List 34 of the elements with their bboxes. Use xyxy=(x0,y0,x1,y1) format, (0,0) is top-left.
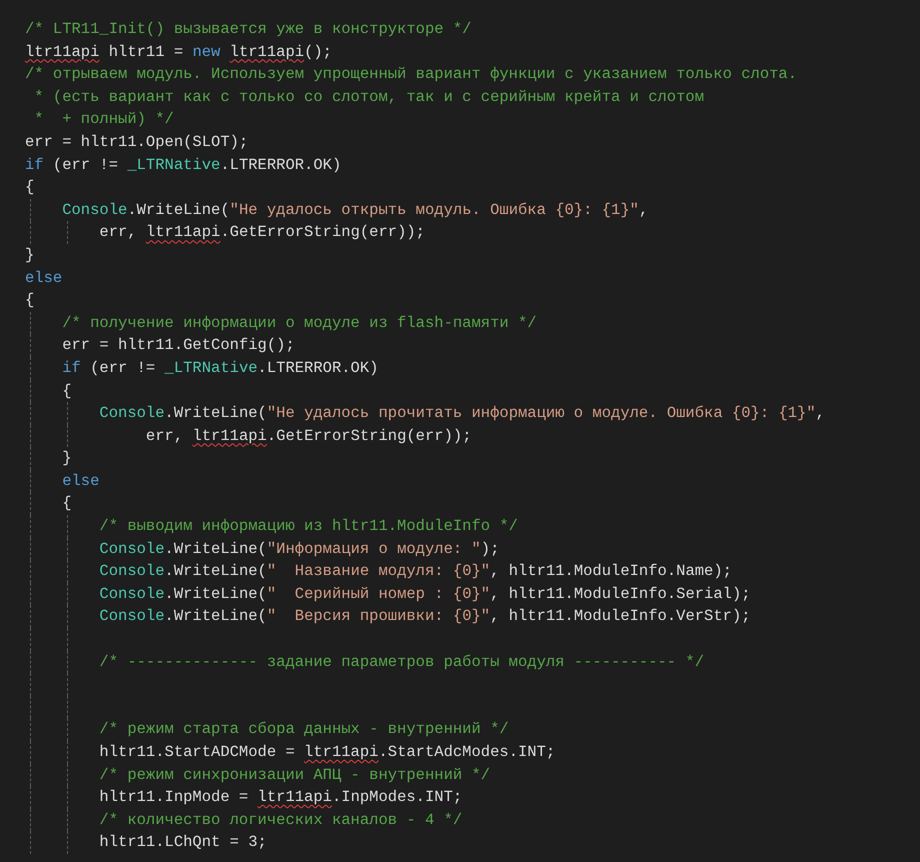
code-line: err = hltr11.GetConfig(); xyxy=(61,335,295,356)
code-line: Console.WriteLine(" Серийный номер : {0}", hltr11.ModuleInfo.Serial); xyxy=(98,584,751,605)
code-line: err, ltr11api.GetErrorString(err)); xyxy=(144,426,472,447)
code-line: err = hltr11.Open(SLOT); xyxy=(25,132,248,153)
code-line: } xyxy=(25,244,34,266)
code-line: /* выводим информацию из hltr11.ModuleInfo */ xyxy=(98,516,518,538)
code-line: if (err != _LTRNative.LTRERROR.OK) xyxy=(61,358,378,379)
code-line: } xyxy=(61,448,72,470)
code-line: { xyxy=(61,493,72,514)
code-line: * (есть вариант как с только со слотом, так и с серийным крейта и слотом xyxy=(33,86,704,108)
code-line: /* LTR11_Init() вызывается уже в конструкторе */ xyxy=(25,19,472,40)
code-line: Console.WriteLine("Не удалось открыть модуль. Ошибка {0}: {1}", xyxy=(61,200,648,221)
code-line: hltr11.LChQnt = 3; xyxy=(98,832,267,854)
code-line: ltr11api hltr11 = new ltr11api(); xyxy=(25,42,332,63)
code-line: { xyxy=(25,290,34,312)
code-line: /* -------------- задание параметров работы модуля ----------- */ xyxy=(98,652,704,673)
code-line: else xyxy=(61,470,100,492)
code-line: else xyxy=(25,268,62,289)
code-line: /* отрываем модуль. Используем упрощенный вариант функции с указанием только слота. xyxy=(25,64,798,86)
code-line: { xyxy=(25,177,34,198)
code-line: Console.WriteLine("Информация о модуле: "); xyxy=(98,538,500,560)
code-line: /* режим синхронизации АПЦ - внутренний */ xyxy=(98,764,490,786)
code-line: hltr11.InpMode = ltr11api.InpModes.INT; xyxy=(98,787,462,808)
code-line: Console.WriteLine(" Название модуля: {0}", hltr11.ModuleInfo.Name); xyxy=(98,561,732,582)
code-line: /* режим старта сбора данных - внутренний */ xyxy=(98,719,509,740)
code-line: { xyxy=(61,380,72,402)
code-line: err, ltr11api.GetErrorString(err)); xyxy=(98,222,425,244)
code-line: Console.WriteLine(" Версия прошивки: {0}", hltr11.ModuleInfo.VerStr); xyxy=(98,606,751,628)
code-line: /* количество логических каналов - 4 */ xyxy=(98,810,462,831)
code-line: * + полный) */ xyxy=(33,109,174,130)
code-line: /* получение информации о модуле из flash-памяти */ xyxy=(61,312,537,334)
code-line: if (err != _LTRNative.LTRERROR.OK) xyxy=(25,154,342,176)
code-line: hltr11.StartADCMode = ltr11api.StartAdcModes.INT; xyxy=(98,742,556,763)
code-line: Console.WriteLine("Не удалось прочитать информацию о модуле. Ошибка {0}: {1}", xyxy=(98,403,825,424)
